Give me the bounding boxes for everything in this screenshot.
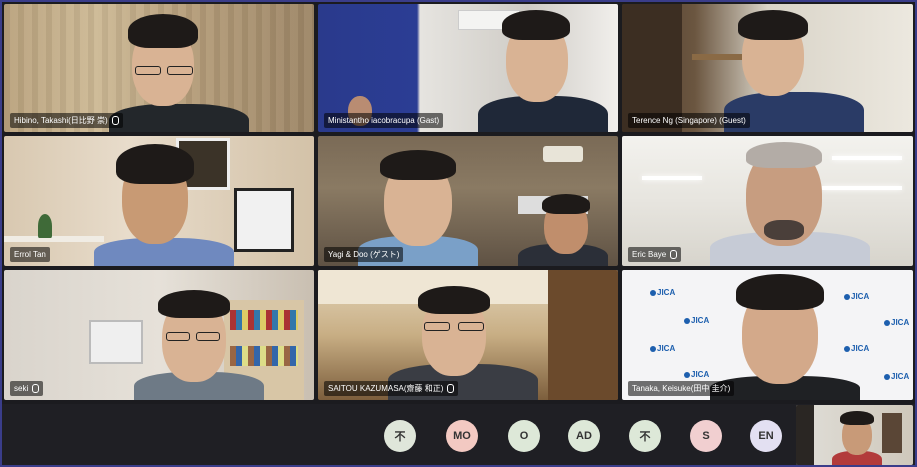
- jica-logo: JICA: [884, 318, 909, 327]
- mic-icon: [111, 116, 119, 126]
- mic-icon: [447, 384, 455, 394]
- participant-avatar[interactable]: EN: [750, 420, 782, 452]
- video-tile-yagi-doo[interactable]: Yagi & Doo (ゲスト): [318, 136, 618, 266]
- video-tile-terence[interactable]: Terence Ng (Singapore) (Guest): [622, 4, 913, 132]
- video-tile-thumbnail[interactable]: [796, 405, 913, 465]
- video-tile-iacobracupa[interactable]: Ministantho iacobracupa (Gast): [318, 4, 618, 132]
- participant-avatar[interactable]: MO: [446, 420, 478, 452]
- video-tile-tanaka[interactable]: JICA JICA JICA JICA JICA JICA JICA JICA …: [622, 270, 913, 400]
- participant-name-tag: Tanaka, Keisuke(田中 圭介): [628, 381, 735, 396]
- participant-name-tag: Eric Baye: [628, 247, 682, 262]
- jica-logo: JICA: [650, 288, 675, 297]
- video-tile-errol[interactable]: Errol Tan: [4, 136, 314, 266]
- mic-icon: [670, 250, 678, 260]
- participant-avatar[interactable]: 不: [629, 420, 661, 452]
- jica-logo: JICA: [684, 370, 709, 379]
- participant-name-tag: Ministantho iacobracupa (Gast): [324, 113, 444, 128]
- jica-logo: JICA: [844, 292, 869, 301]
- jica-logo: JICA: [844, 344, 869, 353]
- mic-icon: [32, 384, 40, 394]
- participant-avatar[interactable]: O: [508, 420, 540, 452]
- participant-avatar[interactable]: AD: [568, 420, 600, 452]
- jica-logo: JICA: [650, 344, 675, 353]
- participant-avatar[interactable]: S: [690, 420, 722, 452]
- participant-name-tag: Terence Ng (Singapore) (Guest): [628, 113, 750, 128]
- video-tile-eric[interactable]: Eric Baye: [622, 136, 913, 266]
- participant-name-tag: seki: [10, 381, 44, 396]
- jica-logo: JICA: [684, 316, 709, 325]
- participant-name-tag: Errol Tan: [10, 247, 50, 262]
- participant-name-tag: Hibino, Takashi(日比野 崇): [10, 113, 123, 128]
- video-tile-saitou[interactable]: SAITOU KAZUMASA(齋藤 和正): [318, 270, 618, 400]
- video-tile-seki[interactable]: seki: [4, 270, 314, 400]
- participant-avatar[interactable]: 不: [384, 420, 416, 452]
- participant-name-tag: Yagi & Doo (ゲスト): [324, 247, 404, 262]
- participant-name-tag: SAITOU KAZUMASA(齋藤 和正): [324, 381, 459, 396]
- video-tile-hibino[interactable]: Hibino, Takashi(日比野 崇): [4, 4, 314, 132]
- jica-logo: JICA: [884, 372, 909, 381]
